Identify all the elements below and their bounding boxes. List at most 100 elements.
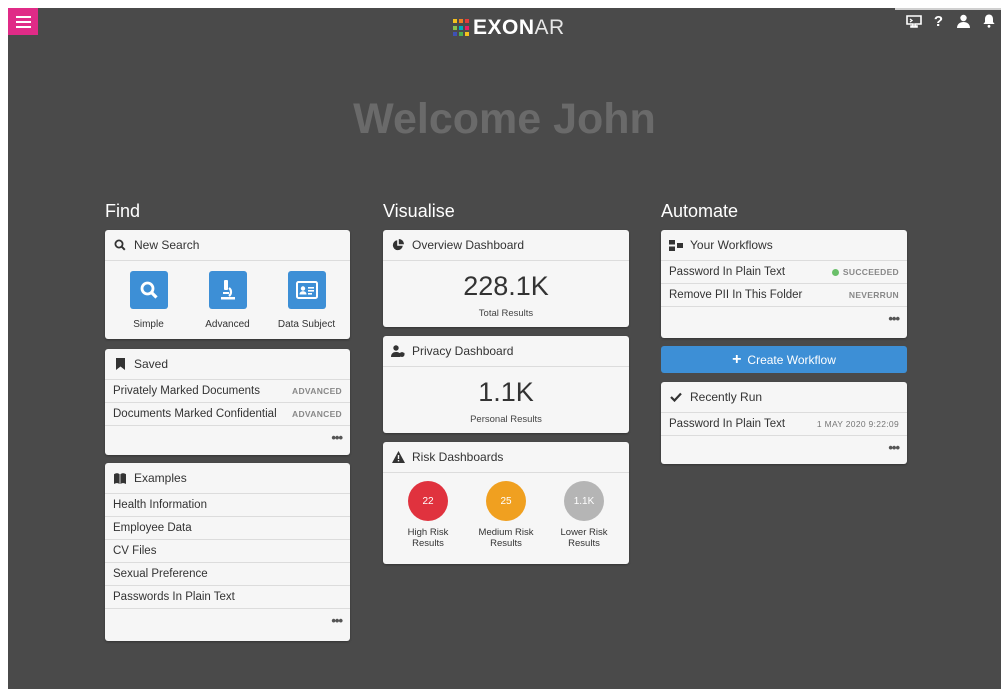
- medium-risk-label: Medium Risk Results: [478, 527, 534, 549]
- tile-label: Simple: [133, 319, 164, 330]
- high-risk-dashboard[interactable]: 22 High Risk Results: [393, 481, 463, 549]
- menu-line-icon: [15, 25, 31, 28]
- saved-more-button[interactable]: •••: [105, 426, 350, 448]
- saved-search-label: Privately Marked Documents: [113, 385, 260, 397]
- personal-results-label: Personal Results: [470, 414, 542, 425]
- welcome-heading: Welcome John: [353, 95, 656, 143]
- menu-line-icon: [15, 20, 31, 23]
- tile-label: Data Subject: [277, 319, 336, 330]
- app-window: EXONAR ? Welcome John Find New Search Si…: [8, 8, 1001, 689]
- lower-risk-label: Lower Risk Results: [560, 527, 608, 549]
- workflow-status: NEVERRUN: [848, 290, 899, 300]
- workflows-label: Your Workflows: [690, 238, 773, 252]
- examples-header: Examples: [105, 463, 350, 494]
- bell-icon[interactable]: [976, 10, 1001, 32]
- book-icon: [113, 472, 127, 484]
- lower-risk-dashboard[interactable]: 1.1K Lower Risk Results: [549, 481, 619, 549]
- saved-card: Saved Privately Marked Documents ADVANCE…: [105, 349, 350, 455]
- workflows-card: Your Workflows Password In Plain Text SU…: [661, 230, 907, 338]
- example-item[interactable]: Health Information: [105, 494, 350, 517]
- workflows-header: Your Workflows: [661, 230, 907, 261]
- overview-dashboard-label: Overview Dashboard: [412, 238, 525, 252]
- success-dot-icon: [831, 269, 839, 277]
- medium-risk-count: 25: [486, 481, 526, 521]
- microscope-icon: [208, 271, 247, 309]
- pie-chart-icon: [391, 239, 405, 251]
- logo-text: EXONAR: [473, 16, 565, 39]
- top-icon-bar: ?: [895, 8, 1001, 32]
- new-search-card: New Search Simple Advanced Data Subject: [105, 230, 350, 339]
- recent-run-time: 1 MAY 2020 9:22:09: [816, 419, 899, 429]
- simple-search-tile[interactable]: Simple: [109, 271, 188, 330]
- help-icon[interactable]: ?: [926, 10, 951, 32]
- saved-search-type: ADVANCED: [292, 409, 342, 419]
- total-results-value: 228.1K: [463, 271, 549, 301]
- menu-line-icon: [15, 15, 31, 18]
- user-icon[interactable]: [951, 10, 976, 32]
- console-icon[interactable]: [901, 10, 926, 32]
- privacy-dashboard-label: Privacy Dashboard: [412, 344, 514, 358]
- example-item[interactable]: Employee Data: [105, 517, 350, 540]
- high-risk-label: High Risk Results: [407, 527, 449, 549]
- example-item[interactable]: CV Files: [105, 540, 350, 563]
- recent-more-button[interactable]: •••: [661, 436, 907, 458]
- workflow-name: Remove PII In This Folder: [669, 289, 803, 301]
- visualise-heading: Visualise: [383, 201, 455, 221]
- overview-dashboard-card[interactable]: Overview Dashboard 228.1K Total Results: [383, 230, 629, 327]
- overview-dashboard-header: Overview Dashboard: [383, 230, 629, 261]
- logo-mark-icon: [453, 19, 471, 37]
- recently-run-label: Recently Run: [690, 390, 763, 404]
- checkmark-icon: [669, 392, 683, 402]
- top-bar-line: [895, 8, 1001, 10]
- example-item[interactable]: Sexual Preference: [105, 563, 350, 586]
- examples-more-button[interactable]: •••: [105, 609, 350, 631]
- workflow-icon: [669, 239, 683, 251]
- advanced-search-tile[interactable]: Advanced: [188, 271, 267, 330]
- workflow-item[interactable]: Remove PII In This Folder NEVERRUN: [661, 284, 907, 307]
- high-risk-count: 22: [408, 481, 448, 521]
- workflows-more-button[interactable]: •••: [661, 307, 907, 329]
- saved-label: Saved: [134, 357, 169, 371]
- find-heading: Find: [105, 201, 141, 221]
- bookmark-icon: [113, 358, 127, 370]
- privacy-dashboard-card[interactable]: Privacy Dashboard 1.1K Personal Results: [383, 336, 629, 433]
- example-item[interactable]: Passwords In Plain Text: [105, 586, 350, 609]
- examples-label: Examples: [134, 471, 187, 485]
- plus-icon: +: [732, 350, 742, 368]
- user-shield-icon: [391, 345, 405, 357]
- workflow-name: Password In Plain Text: [669, 266, 786, 278]
- exonar-logo[interactable]: EXONAR: [453, 16, 565, 40]
- recent-run-item[interactable]: Password In Plain Text 1 MAY 2020 9:22:0…: [661, 413, 907, 436]
- tile-label: Advanced: [205, 319, 250, 330]
- new-search-label: New Search: [134, 238, 200, 252]
- new-search-header: New Search: [105, 230, 350, 261]
- saved-search-item[interactable]: Privately Marked Documents ADVANCED: [105, 380, 350, 403]
- search-icon: [113, 239, 127, 251]
- recent-run-name: Password In Plain Text: [669, 418, 786, 430]
- id-card-icon: [287, 271, 326, 309]
- risk-dashboards-card: Risk Dashboards 22 High Risk Results 25 M…: [383, 442, 629, 564]
- data-subject-search-tile[interactable]: Data Subject: [267, 271, 346, 330]
- recently-run-card: Recently Run Password In Plain Text 1 MA…: [661, 382, 907, 464]
- create-workflow-label: Create Workflow: [747, 352, 836, 367]
- medium-risk-dashboard[interactable]: 25 Medium Risk Results: [471, 481, 541, 549]
- saved-search-type: ADVANCED: [292, 386, 342, 396]
- examples-card: Examples Health Information Employee Dat…: [105, 463, 350, 641]
- workflow-item[interactable]: Password In Plain Text SUCCEEDED: [661, 261, 907, 284]
- saved-search-item[interactable]: Documents Marked Confidential ADVANCED: [105, 403, 350, 426]
- create-workflow-button[interactable]: + Create Workflow: [661, 346, 907, 373]
- risk-dashboards-label: Risk Dashboards: [412, 450, 504, 464]
- recently-run-header: Recently Run: [661, 382, 907, 413]
- risk-dashboards-header: Risk Dashboards: [383, 442, 629, 473]
- saved-search-label: Documents Marked Confidential: [113, 408, 277, 420]
- saved-header: Saved: [105, 349, 350, 380]
- warning-icon: [391, 451, 405, 463]
- privacy-dashboard-header: Privacy Dashboard: [383, 336, 629, 367]
- lower-risk-count: 1.1K: [564, 481, 604, 521]
- search-icon: [129, 271, 168, 309]
- workflow-status: SUCCEEDED: [831, 267, 899, 277]
- personal-results-value: 1.1K: [478, 377, 534, 407]
- automate-heading: Automate: [661, 201, 739, 221]
- total-results-label: Total Results: [478, 308, 534, 319]
- hamburger-menu-button[interactable]: [8, 8, 38, 35]
